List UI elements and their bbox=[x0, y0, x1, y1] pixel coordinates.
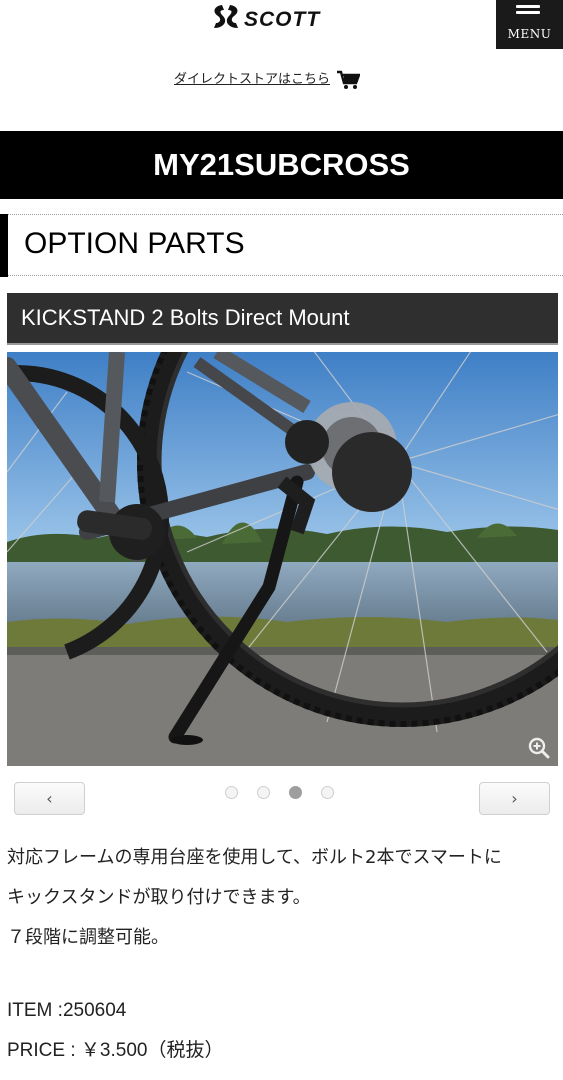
cart-icon bbox=[337, 70, 361, 89]
item-number: ITEM :250604 bbox=[7, 1000, 127, 1021]
product-description: 対応フレームの専用台座を使用して、ボルト2本でスマートに キックスタンドが取り付… bbox=[7, 838, 559, 958]
carousel-dots bbox=[225, 786, 334, 799]
direct-store-link-text: ダイレクトストアはこちら bbox=[174, 72, 331, 87]
chevron-right-icon: › bbox=[511, 789, 518, 808]
description-line: 対応フレームの専用台座を使用して、ボルト2本でスマートに bbox=[7, 847, 502, 868]
product-name: KICKSTAND 2 Bolts Direct Mount bbox=[21, 305, 350, 330]
svg-text:SCOTT: SCOTT bbox=[244, 8, 321, 31]
product-meta: ITEM :250604 PRICE : ￥3.500（税抜） bbox=[7, 991, 223, 1071]
section-accent-bar bbox=[0, 214, 8, 277]
description-line: ７段階に調整可能。 bbox=[7, 927, 169, 948]
section-heading-text: OPTION PARTS bbox=[24, 227, 245, 260]
product-name-bar: KICKSTAND 2 Bolts Direct Mount bbox=[7, 293, 558, 345]
chevron-left-icon: ‹ bbox=[46, 789, 53, 808]
zoom-in-icon[interactable] bbox=[528, 737, 550, 759]
page-title-text: MY21SUBCROSS bbox=[153, 147, 410, 182]
carousel-dot-active[interactable] bbox=[289, 786, 302, 799]
carousel-next-button[interactable]: › bbox=[479, 782, 550, 815]
scott-logo[interactable]: SCOTT bbox=[210, 2, 355, 34]
site-header: SCOTT MENU ダイレクトストアはこちら bbox=[0, 0, 563, 120]
carousel-dot[interactable] bbox=[257, 786, 270, 799]
menu-button[interactable]: MENU bbox=[496, 0, 563, 49]
product-price: PRICE : ￥3.500（税抜） bbox=[7, 1040, 224, 1061]
section-heading: OPTION PARTS bbox=[0, 214, 563, 277]
direct-store-link[interactable]: ダイレクトストアはこちら bbox=[174, 68, 361, 92]
description-line: キックスタンドが取り付けできます。 bbox=[7, 887, 311, 908]
carousel-dot[interactable] bbox=[321, 786, 334, 799]
carousel-dot[interactable] bbox=[225, 786, 238, 799]
page-title: MY21SUBCROSS bbox=[0, 131, 563, 199]
menu-label: MENU bbox=[507, 27, 552, 41]
product-photo-image bbox=[7, 352, 558, 766]
carousel-prev-button[interactable]: ‹ bbox=[14, 782, 85, 815]
menu-icon bbox=[516, 5, 540, 21]
product-photo[interactable] bbox=[7, 352, 558, 766]
